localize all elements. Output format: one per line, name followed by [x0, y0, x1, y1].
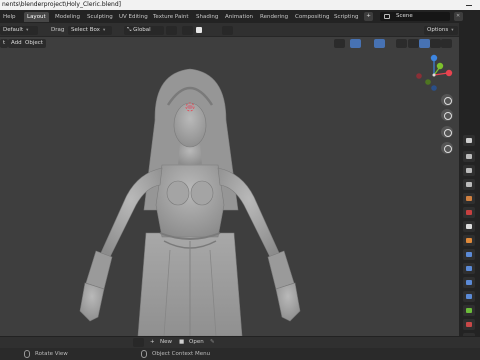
material-shading-icon[interactable]	[430, 39, 441, 48]
timeline-header: + New ■ Open ✎	[0, 336, 480, 348]
tab-scripting[interactable]: Scripting	[331, 12, 361, 22]
modifier-properties-icon[interactable]	[463, 249, 475, 260]
status-bar: Rotate View Object Context Menu	[0, 348, 480, 360]
snap-toggle-icon[interactable]	[196, 27, 202, 33]
neg-x-axis-handle	[416, 73, 422, 79]
rendered-shading-icon[interactable]	[441, 39, 452, 48]
camera-view-icon[interactable]	[441, 126, 453, 138]
tab-shading[interactable]: Shading	[193, 12, 221, 22]
transform-orientation-value: Global	[133, 27, 151, 33]
scene-properties-icon[interactable]	[463, 193, 475, 204]
data-properties-icon[interactable]	[463, 305, 475, 316]
orientation-dropdown[interactable]: Default ▾	[0, 26, 38, 35]
drag-label: Drag	[51, 27, 65, 33]
tab-layout[interactable]: Layout	[24, 12, 49, 22]
world-properties-icon[interactable]	[463, 207, 475, 218]
properties-tab-strip	[459, 23, 480, 344]
tab-modeling[interactable]: Modeling	[52, 12, 83, 22]
orientation-value: Default	[3, 27, 24, 33]
options-dropdown[interactable]: Options ▾	[424, 26, 458, 35]
add-workspace-button[interactable]: +	[364, 12, 373, 21]
solid-shading-icon[interactable]	[419, 39, 430, 48]
transform-orientation-dropdown[interactable]: ⤡ Global	[124, 26, 164, 35]
proportional-edit-icon[interactable]	[222, 26, 233, 35]
view-layer-properties-icon[interactable]	[463, 179, 475, 190]
navigation-gizmo[interactable]	[414, 51, 454, 95]
gizmo-toggle-icon[interactable]	[350, 39, 361, 48]
zoom-icon[interactable]	[441, 94, 453, 106]
scene-icon	[384, 14, 390, 19]
object-menu[interactable]: Object	[22, 39, 46, 48]
mouse-middle-icon	[24, 350, 30, 358]
chevron-down-icon: ▾	[102, 28, 106, 33]
workspace-tab-bar: Help Layout Modeling Sculpting UV Editin…	[0, 10, 480, 23]
scene-selector[interactable]: Scene	[380, 12, 450, 21]
neg-z-axis-handle	[431, 85, 437, 91]
snap-icon[interactable]	[182, 26, 193, 35]
output-properties-icon[interactable]	[463, 165, 475, 176]
tab-sculpting[interactable]: Sculpting	[84, 12, 116, 22]
chevron-down-icon: ▾	[451, 28, 454, 33]
z-axis-handle	[430, 54, 438, 62]
editor-type-icon[interactable]	[133, 338, 144, 347]
3d-viewport[interactable]: t Add Object	[0, 37, 459, 336]
viewport-header: Default ▾ Drag Select Box ▾ ⤡ Global Optio…	[0, 23, 480, 37]
window-title-bar: nents\blenderproject\Holy_Cleric.blend]	[0, 0, 480, 10]
overlay-toggle-icon[interactable]	[374, 39, 385, 48]
sculpt-model[interactable]	[60, 65, 320, 336]
x-axis-handle	[445, 69, 453, 77]
physics-properties-icon[interactable]	[463, 277, 475, 288]
tool-properties-icon[interactable]	[463, 135, 475, 146]
xray-toggle-icon[interactable]	[396, 39, 407, 48]
options-label: Options	[427, 27, 449, 33]
pan-hand-icon[interactable]	[441, 109, 453, 121]
pivot-point-icon[interactable]	[166, 26, 177, 35]
tab-uv-editing[interactable]: UV Editing	[116, 12, 151, 22]
view-menu[interactable]: t	[0, 39, 9, 48]
chevron-down-icon: ▾	[26, 28, 29, 33]
mouse-right-icon	[141, 350, 147, 358]
wireframe-shading-icon[interactable]	[408, 39, 419, 48]
window-title: nents\blenderproject\Holy_Cleric.blend]	[2, 1, 121, 8]
help-menu[interactable]: Help	[0, 12, 19, 22]
tab-texture-paint[interactable]: Texture Paint	[150, 12, 192, 22]
tab-compositing[interactable]: Compositing	[292, 12, 332, 22]
material-properties-icon[interactable]	[463, 319, 475, 330]
collection-properties-icon[interactable]	[463, 221, 475, 232]
perspective-toggle-icon[interactable]	[441, 142, 453, 154]
constraint-properties-icon[interactable]	[463, 291, 475, 302]
drag-select-value: Select Box	[71, 27, 100, 33]
particle-properties-icon[interactable]	[463, 263, 475, 274]
minimize-button[interactable]	[462, 0, 476, 10]
y-axis-handle	[436, 62, 444, 70]
status-context-menu: Object Context Menu	[152, 351, 211, 357]
tab-animation[interactable]: Animation	[222, 12, 256, 22]
tab-rendering[interactable]: Rendering	[257, 12, 291, 22]
visibility-icon[interactable]	[334, 39, 345, 48]
object-properties-icon[interactable]	[463, 235, 475, 246]
status-rotate-view: Rotate View	[35, 351, 68, 357]
drag-select-dropdown[interactable]: Select Box ▾	[68, 26, 112, 35]
neg-y-axis-handle	[425, 79, 431, 85]
render-properties-icon[interactable]	[463, 151, 475, 162]
scene-close-icon[interactable]	[454, 12, 463, 21]
